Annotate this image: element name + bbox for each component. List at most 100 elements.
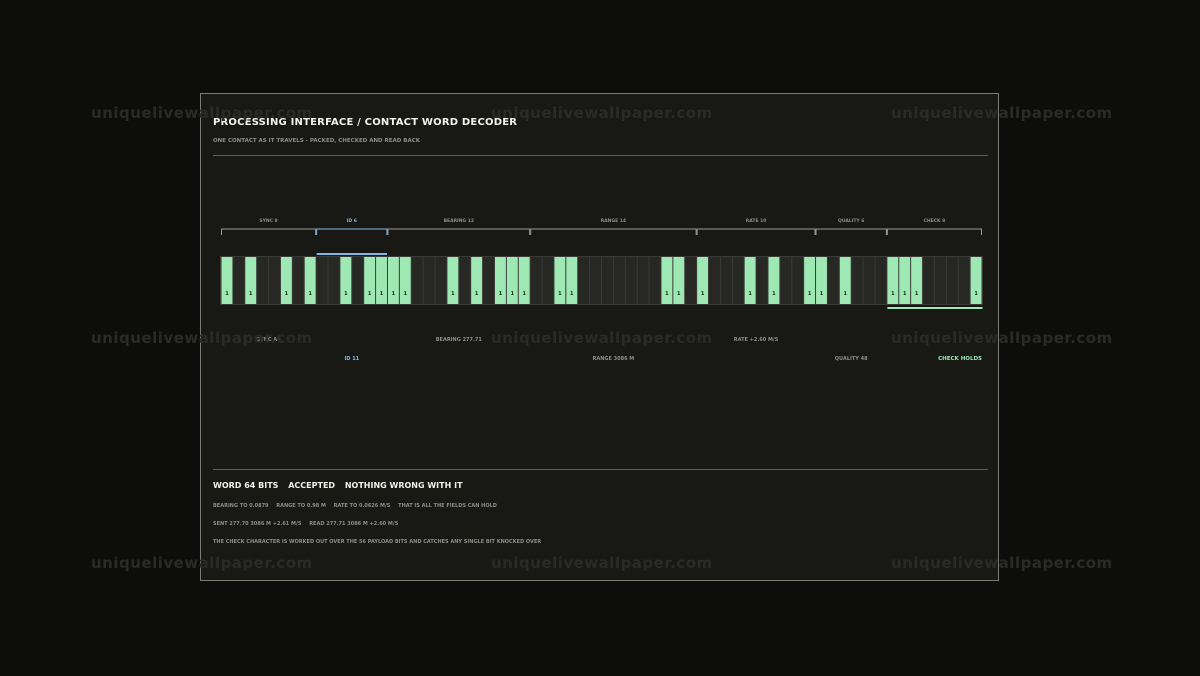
bit-cell: [411, 257, 423, 304]
bit-value-label: 1: [308, 291, 312, 297]
bit-cell: [269, 257, 280, 304]
bit-value-label: 1: [511, 291, 515, 297]
bit-cell: [792, 257, 804, 304]
bit-cell: [459, 257, 471, 304]
bit-value-label: 1: [392, 291, 396, 297]
bit-cell: [756, 257, 768, 304]
field-label: RATE 10: [746, 218, 767, 224]
bit-cell: [292, 257, 304, 304]
bit-cell: [483, 257, 494, 304]
bit-value-label: 1: [808, 291, 812, 297]
field-bracket: [387, 228, 531, 235]
bit-value-label: 1: [344, 291, 348, 297]
bit-cell: [530, 257, 542, 304]
bit-value-label: 1: [891, 291, 895, 297]
bottom-divider: [213, 469, 988, 470]
comparison-line: SENT 277.70 3086 M +2.61 M/S READ 277.71…: [213, 521, 404, 527]
field-readout: CHECK HOLDS: [938, 356, 982, 362]
bit-value-label: 1: [844, 291, 848, 297]
bit-cell: [863, 257, 875, 304]
field-bracket: [221, 228, 317, 235]
bit-cell: [637, 257, 649, 304]
bit-value-label: 1: [499, 291, 503, 297]
bit-cell: [851, 257, 863, 304]
bit-value-label: 1: [772, 291, 776, 297]
field-readout: BEARING 277.71: [436, 337, 483, 343]
bit-value-label: 1: [570, 291, 574, 297]
check-field-highlight: [887, 307, 983, 309]
bit-cell: [709, 257, 720, 304]
bit-value-label: 1: [701, 291, 705, 297]
field-readout: RANGE 3086 M: [592, 356, 634, 362]
bearing-resolution: BEARING TO 0.0879: [213, 503, 269, 509]
bit-cell: [233, 257, 245, 304]
bit-cell: [578, 257, 590, 304]
field-bracket: [886, 228, 982, 235]
bit-cell: [934, 257, 946, 304]
bit-cell: [649, 257, 661, 304]
bit-cell: [352, 257, 364, 304]
bit-cell: [827, 257, 839, 304]
field-readout: SYNC A5: [256, 337, 281, 343]
bit-value-label: 1: [915, 291, 919, 297]
bit-cell: [685, 257, 697, 304]
field-bracket: [696, 228, 816, 235]
bit-cell: [257, 257, 269, 304]
field-label: BEARING 12: [444, 218, 474, 224]
bit-cell: [435, 257, 447, 304]
bit-cell: [542, 257, 554, 304]
resolution-note: THAT IS ALL THE FIELDS CAN HOLD: [398, 503, 497, 509]
bit-value-label: 1: [820, 291, 824, 297]
bit-value-label: 1: [225, 291, 229, 297]
bit-value-label: 1: [475, 291, 479, 297]
bit-value-label: 1: [285, 291, 289, 297]
bit-cell: [602, 257, 613, 304]
field-label: CHECK 8: [924, 218, 946, 224]
bit-value-label: 1: [974, 291, 978, 297]
word-size: WORD 64 BITS: [213, 481, 279, 490]
field-label: QUALITY 6: [838, 218, 864, 224]
sent-values: SENT 277.70 3086 M +2.61 M/S: [213, 521, 302, 527]
verdict-note: NOTHING WRONG WITH IT: [344, 481, 463, 490]
bit-value-label: 1: [404, 291, 408, 297]
bit-value-label: 1: [665, 291, 669, 297]
bit-cell: [780, 257, 792, 304]
field-bracket: [530, 228, 697, 235]
bit-value-label: 1: [249, 291, 253, 297]
field-label: SYNC 8: [259, 218, 277, 224]
bit-value-label: 1: [451, 291, 455, 297]
field-bracket: [815, 228, 887, 235]
id-field-highlight: [316, 253, 387, 255]
field-bracket: [316, 228, 388, 235]
bit-value-label: 1: [748, 291, 752, 297]
bit-cell: [720, 257, 732, 304]
bit-cell: [590, 257, 601, 304]
bit-value-label: 1: [380, 291, 384, 297]
field-readout: ID 11: [344, 356, 359, 362]
bit-cell: [946, 257, 958, 304]
bit-cell: [923, 257, 934, 304]
bit-cell: [423, 257, 435, 304]
bit-cell: [316, 257, 328, 304]
bit-cell: [875, 257, 887, 304]
resolution-line: BEARING TO 0.0879 RANGE TO 0.98 M RATE T…: [213, 503, 503, 509]
bit-cell: [732, 257, 744, 304]
rate-resolution: RATE TO 0.0626 M/S: [333, 503, 391, 509]
bit-value-label: 1: [558, 291, 562, 297]
bit-cell: [328, 257, 340, 304]
bit-cell: [613, 257, 625, 304]
field-label: RANGE 14: [601, 218, 626, 224]
field-readout: RATE +2.60 M/S: [734, 337, 779, 343]
field-readout: QUALITY 48: [835, 356, 868, 362]
range-resolution: RANGE TO 0.98 M: [276, 503, 326, 509]
field-label: ID 6: [347, 218, 357, 224]
bit-cell: [625, 257, 637, 304]
status-line: WORD 64 BITS ACCEPTED NOTHING WRONG WITH…: [213, 481, 470, 490]
decoder-panel: PROCESSING INTERFACE / CONTACT WORD DECO…: [200, 93, 999, 581]
bit-value-label: 1: [677, 291, 681, 297]
bit-value-label: 1: [522, 291, 526, 297]
bit-value-label: 1: [903, 291, 907, 297]
verdict-badge: ACCEPTED: [288, 481, 336, 490]
bit-cell: [958, 257, 970, 304]
footnote: THE CHECK CHARACTER IS WORKED OUT OVER T…: [213, 539, 542, 545]
